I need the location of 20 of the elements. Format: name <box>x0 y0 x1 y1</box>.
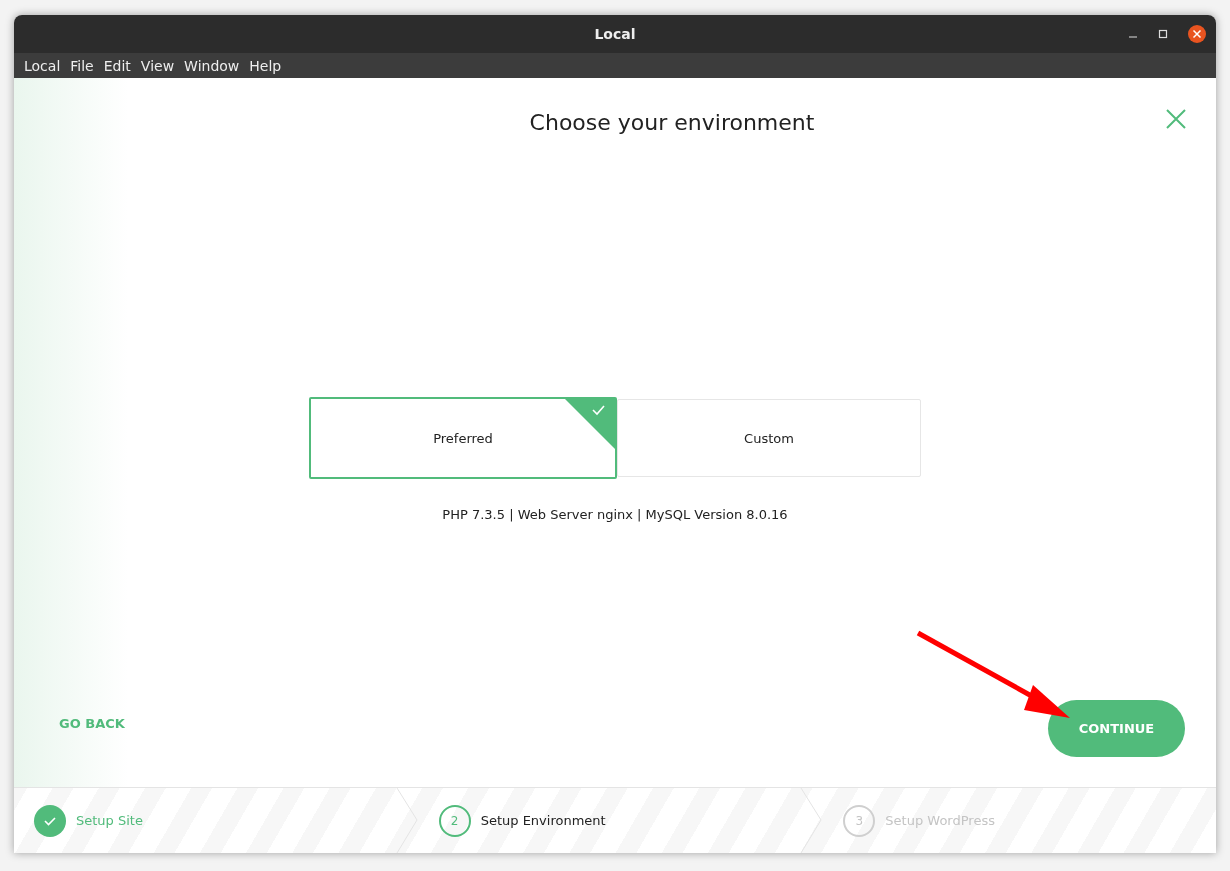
step-label: Setup WordPress <box>885 813 995 828</box>
menu-item[interactable]: Local <box>20 57 65 74</box>
dialog-title: Choose your environment <box>529 110 815 135</box>
menu-item[interactable]: View <box>136 57 179 74</box>
close-icon[interactable] <box>1188 25 1206 43</box>
check-circle-icon <box>34 804 66 837</box>
maximize-icon[interactable] <box>1158 29 1168 39</box>
environment-option[interactable]: Custom <box>617 399 921 477</box>
step-label: Setup Environment <box>480 813 606 828</box>
step-number: 3 <box>843 804 876 837</box>
environment-option[interactable]: Preferred <box>309 397 617 479</box>
checkmark-corner-icon <box>565 399 615 449</box>
menu-item[interactable]: File <box>66 57 98 74</box>
step-number: 2 <box>438 804 471 837</box>
window-title: Local <box>594 26 636 42</box>
menu-item[interactable]: Help <box>245 57 286 74</box>
environment-description: PHP 7.3.5 | Web Server nginx | MySQL Version 8.0.16 <box>442 507 788 522</box>
menu-item[interactable]: Edit <box>99 57 135 74</box>
menu-item[interactable]: Window <box>180 57 244 74</box>
step-label: Setup Site <box>76 813 143 828</box>
